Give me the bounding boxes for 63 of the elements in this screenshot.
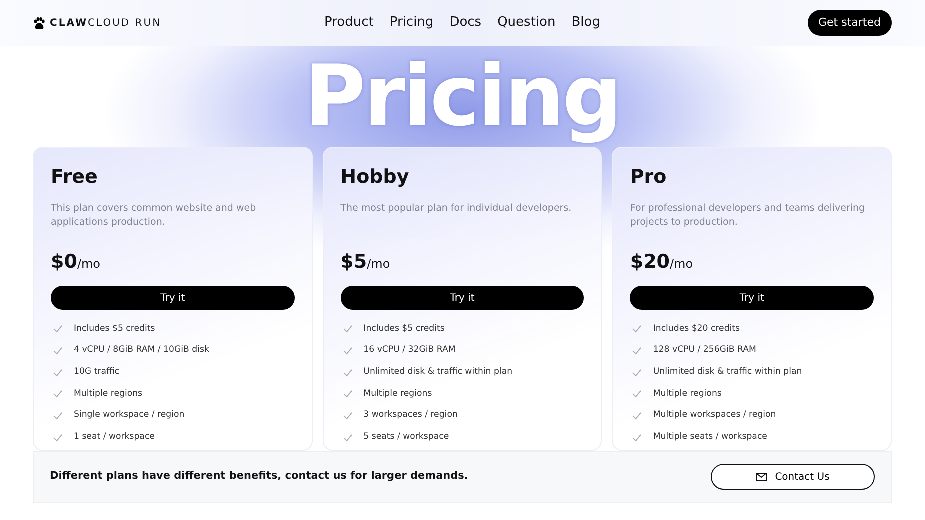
check-icon [632,368,642,377]
plan-name: Pro [630,166,668,189]
nav-link[interactable]: Pricing [390,13,434,33]
paw-icon [33,16,46,30]
logo-text[interactable]: CLAWCLOUD RUN [50,16,162,30]
feature-text: Includes $5 credits [74,322,156,336]
feature-text: Includes $20 credits [653,322,740,336]
check-icon [53,434,63,442]
feature-text: 3 workspaces / region [364,409,458,422]
check-icon [632,390,642,398]
check-icon [53,412,63,420]
banner-text: Different plans have different benefits, contact us for larger demands. [50,469,468,484]
price-period: /mo [77,256,101,271]
check-icon [53,368,63,377]
feature-text: 1 seat / workspace [74,431,155,444]
feature-text: Includes $5 credits [364,322,445,336]
check-icon [342,325,353,334]
price-period: /mo [670,256,694,271]
check-icon [53,390,63,398]
plan-description: This plan covers common website and web applications production. [51,202,258,230]
contact-us-button[interactable]: Contact Us [711,464,875,490]
check-icon [632,346,642,355]
try-it-button[interactable]: Try it [51,286,295,310]
check-icon [342,368,353,377]
feature-text: 5 seats / workspace [364,431,450,444]
plan-description: For professional developers and teams delivering projects to production. [630,202,866,230]
feature-text: 4 vCPU / 8GiB RAM / 10GiB disk [74,344,210,358]
feature-text: 16 vCPU / 32GiB RAM [364,344,456,358]
hero-title: Pricing [304,50,621,142]
try-it-button[interactable]: Try it [340,286,584,310]
plan-name: Free [51,166,99,189]
feature-text: 128 vCPU / 256GiB RAM [653,344,756,358]
check-icon [342,434,353,442]
feature-text: Unlimited disk & traffic within plan [364,366,513,379]
nav-link[interactable]: Question [498,13,556,33]
plan-price: $20 [630,250,670,273]
feature-text: Unlimited disk & traffic within plan [653,366,802,379]
feature-text: Multiple regions [653,388,722,401]
feature-text: Single workspace / region [74,409,185,422]
check-icon [342,390,353,398]
plan-description: The most popular plan for individual developers. [340,202,573,216]
try-it-button[interactable]: Try it [630,286,874,310]
nav-link[interactable]: Docs [450,13,482,33]
feature-text: Multiple regions [364,388,432,401]
feature-text: Multiple regions [74,388,143,401]
feature-text: Multiple seats / workspace [653,431,768,444]
mail-icon [756,473,768,481]
check-icon [632,325,642,334]
feature-text: 10G traffic [74,366,120,379]
check-icon [632,412,642,420]
get-started-button[interactable]: Get started [808,10,892,36]
check-icon [342,346,353,355]
check-icon [53,325,63,334]
feature-text: Multiple workspaces / region [653,409,776,422]
check-icon [632,434,642,442]
plan-price: $0 [51,250,78,273]
nav-link[interactable]: Product [324,13,374,33]
plan-price: $5 [340,250,368,273]
check-icon [53,346,63,355]
plan-name: Hobby [340,166,410,189]
nav-link[interactable]: Blog [572,13,600,33]
check-icon [342,412,353,420]
price-period: /mo [367,256,390,271]
